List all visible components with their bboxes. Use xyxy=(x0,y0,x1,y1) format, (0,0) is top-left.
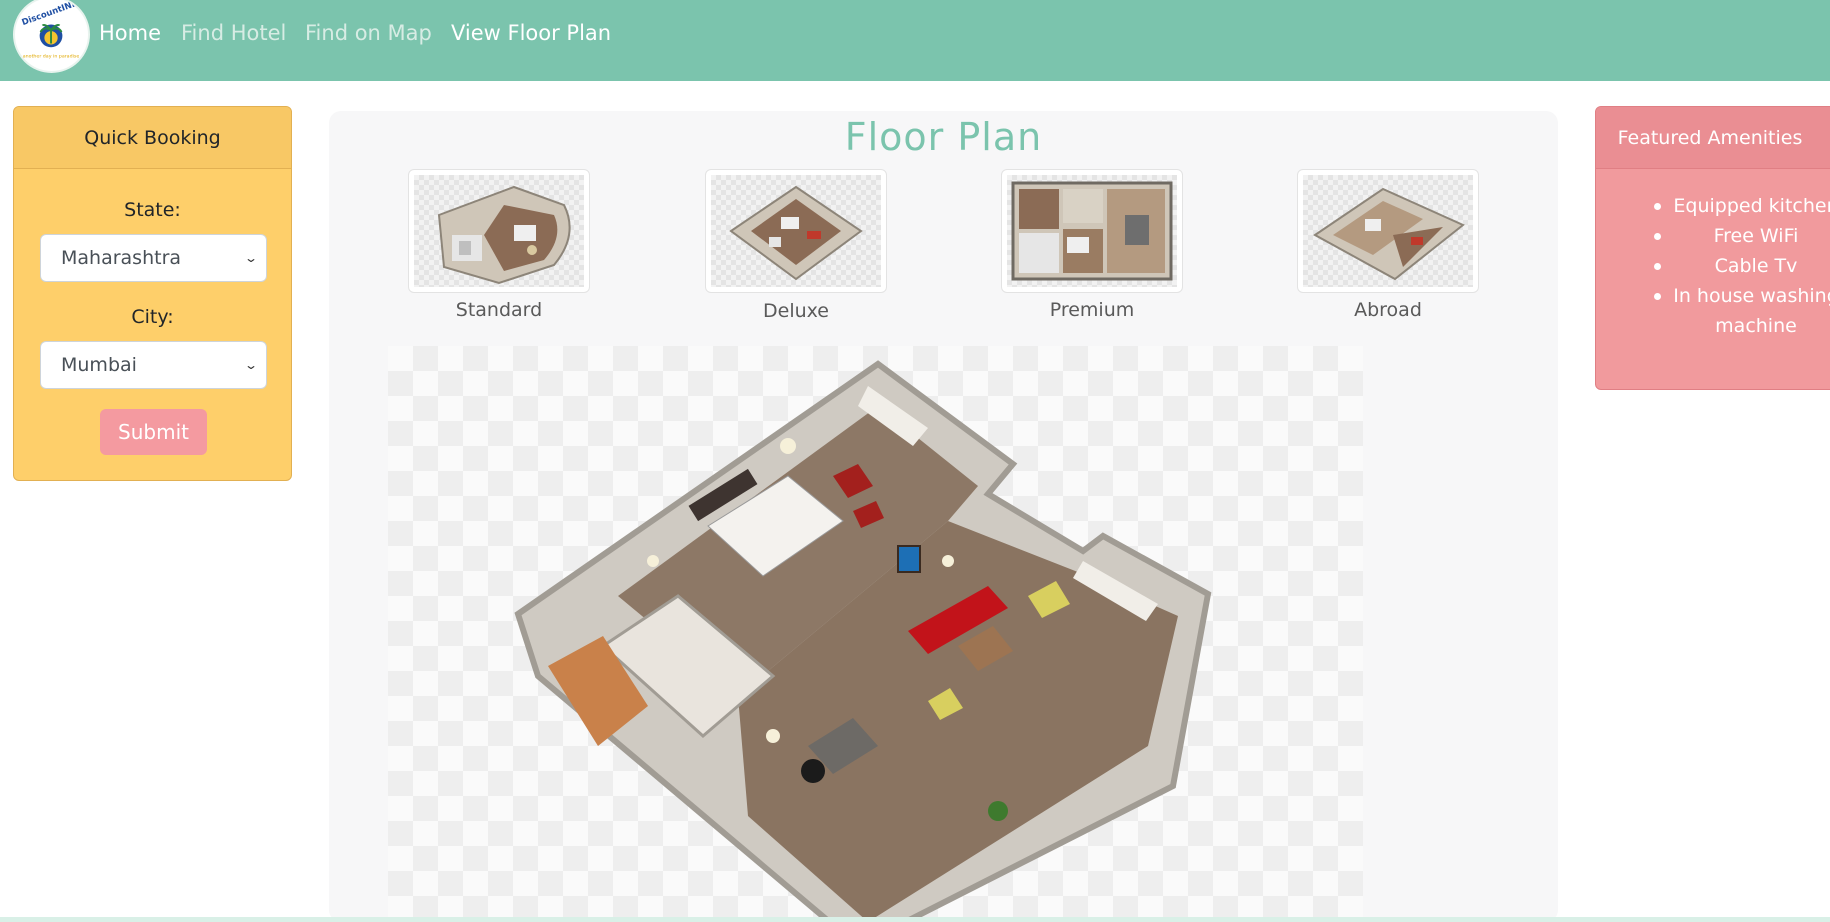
thumb-label-standard: Standard xyxy=(455,299,543,321)
navbar: DiscountINN another day in paradise Home… xyxy=(0,0,1830,81)
thumb-premium[interactable] xyxy=(1001,169,1183,293)
amenity-item: Equipped kitchen xyxy=(1596,191,1830,221)
floor-plan-panel: Floor Plan Standard Deluxe Premium Abroa… xyxy=(329,111,1558,922)
nav-view-floor-plan[interactable]: View Floor Plan xyxy=(451,20,611,46)
state-select-value: Maharashtra xyxy=(61,247,182,269)
city-select[interactable]: Mumbai ⌄ xyxy=(40,341,267,389)
thumb-label-abroad: Abroad xyxy=(1354,299,1422,321)
palm-tree-icon: DiscountINN another day in paradise xyxy=(17,0,86,69)
amenities-list: Equipped kitchen Free WiFi Cable Tv In h… xyxy=(1596,191,1830,341)
amenity-item: Free WiFi xyxy=(1596,221,1830,251)
featured-amenities-card: Featured Amenities Equipped kitchen Free… xyxy=(1595,106,1830,390)
quick-booking-card: Quick Booking State: Maharashtra ⌄ City:… xyxy=(13,106,292,481)
abroad-plan-image xyxy=(1303,175,1473,287)
quick-booking-title: Quick Booking xyxy=(14,107,291,169)
brand-logo[interactable]: DiscountINN another day in paradise xyxy=(13,0,90,73)
amenity-item: In house washing xyxy=(1596,281,1830,311)
thumb-standard[interactable] xyxy=(408,169,590,293)
submit-button[interactable]: Submit xyxy=(100,409,207,455)
state-label: State: xyxy=(124,199,181,221)
premium-plan-image xyxy=(1007,175,1177,287)
city-label: City: xyxy=(131,306,174,328)
bottom-edge xyxy=(0,917,1830,922)
amenity-item: Cable Tv xyxy=(1596,251,1830,281)
nav-find-on-map[interactable]: Find on Map xyxy=(305,20,432,46)
page-title: Floor Plan xyxy=(844,115,1043,159)
svg-text:another day in paradise: another day in paradise xyxy=(23,54,80,60)
city-select-value: Mumbai xyxy=(61,354,137,376)
thumb-abroad[interactable] xyxy=(1297,169,1479,293)
nav-find-hotel[interactable]: Find Hotel xyxy=(181,20,286,46)
standard-plan-image xyxy=(414,175,584,287)
floor-plan-image xyxy=(388,346,1363,922)
chevron-down-icon: ⌄ xyxy=(243,358,259,372)
chevron-down-icon: ⌄ xyxy=(243,251,259,265)
thumb-deluxe[interactable] xyxy=(705,169,887,293)
nav-home[interactable]: Home xyxy=(99,20,161,46)
amenities-title: Featured Amenities xyxy=(1596,107,1830,169)
deluxe-plan-image xyxy=(711,175,881,287)
thumb-label-premium: Premium xyxy=(1049,299,1135,321)
thumb-label-deluxe: Deluxe xyxy=(763,300,829,322)
amenity-item-continued: machine xyxy=(1715,315,1797,337)
state-select[interactable]: Maharashtra ⌄ xyxy=(40,234,267,282)
